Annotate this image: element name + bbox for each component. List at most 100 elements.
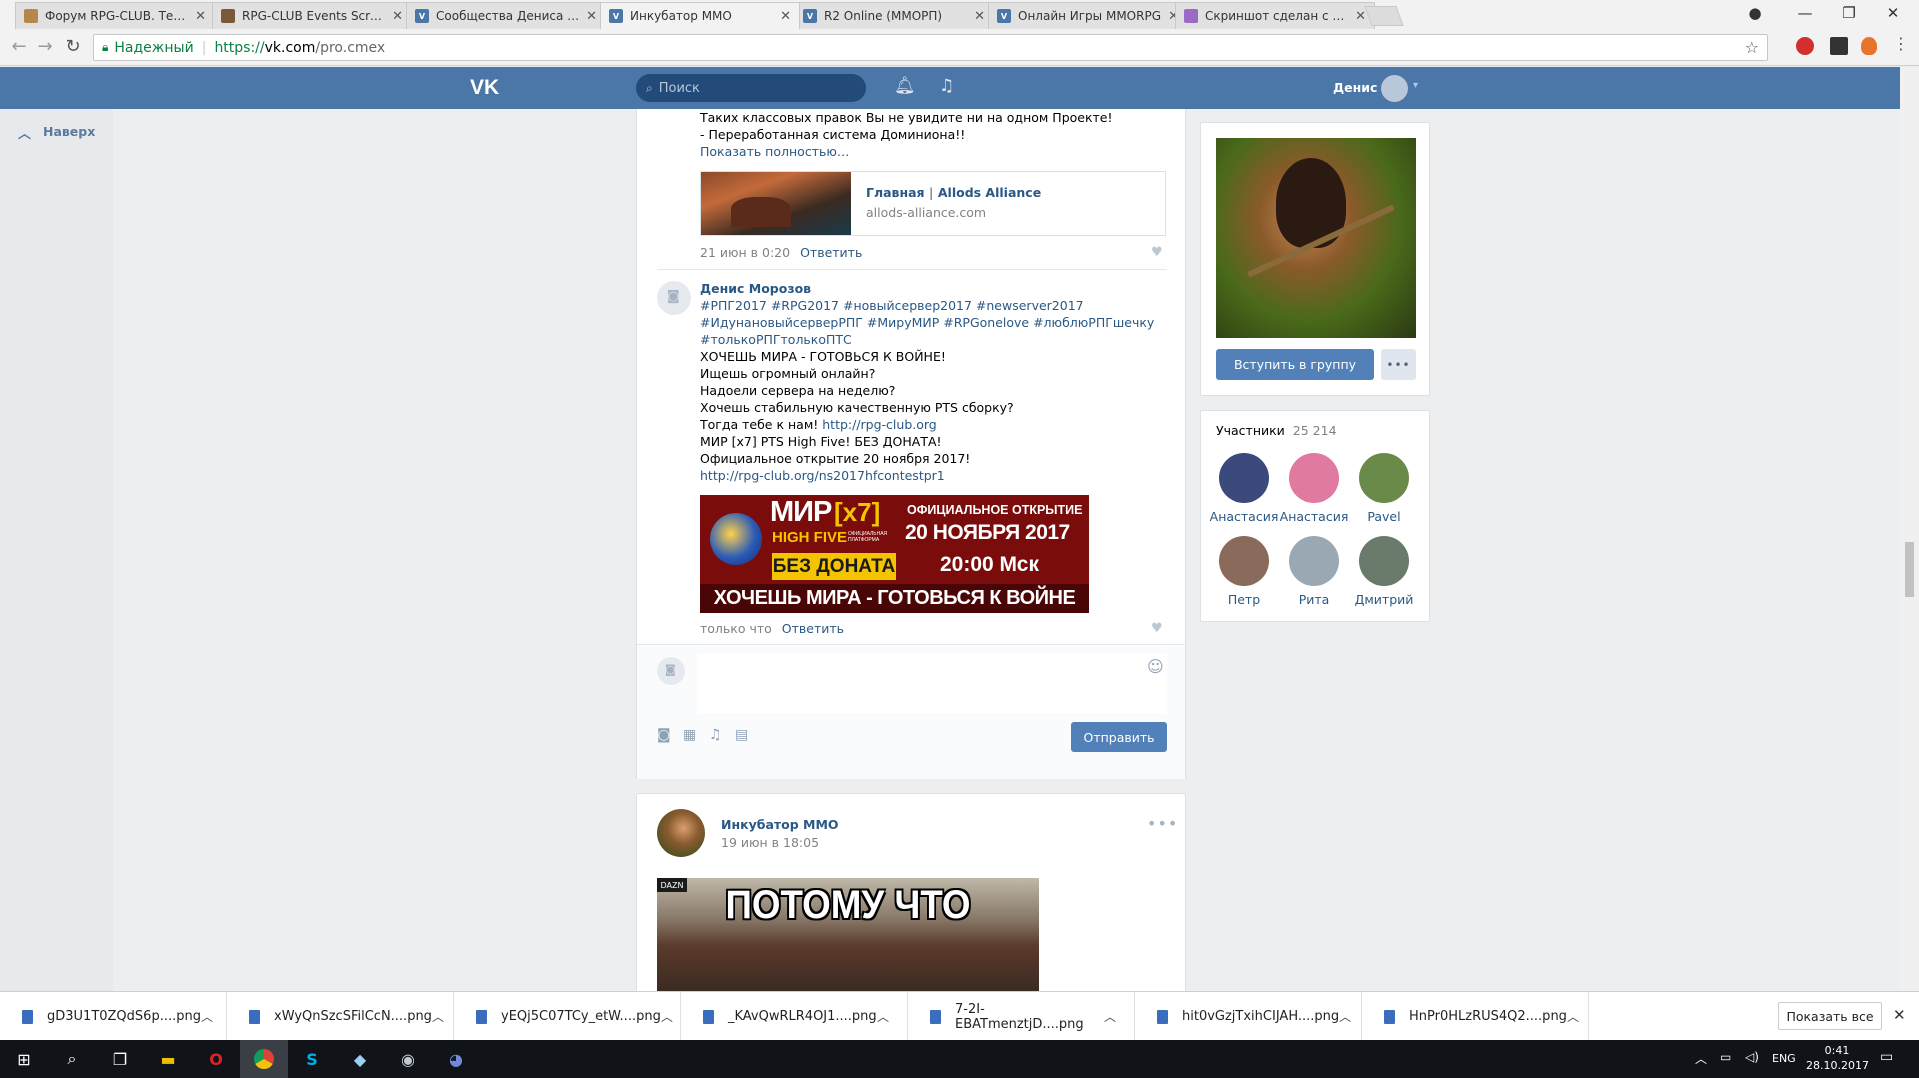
- post-author[interactable]: Инкубатор ММО: [721, 817, 839, 832]
- tab-online-games[interactable]: V Онлайн Игры MMORPG ✕: [988, 2, 1188, 29]
- notifications-icon[interactable]: ▭: [1880, 1049, 1893, 1065]
- close-icon[interactable]: ✕: [1893, 1006, 1906, 1024]
- chevron-down-icon[interactable]: ▾: [1413, 80, 1418, 91]
- app-icon[interactable]: ◆: [336, 1040, 384, 1078]
- tab-screenshot[interactable]: Скриншот сделан с пом ✕: [1175, 2, 1375, 29]
- opera-icon[interactable]: O: [192, 1040, 240, 1078]
- reload-icon[interactable]: ↻: [62, 36, 84, 57]
- close-window-button[interactable]: ✕: [1873, 4, 1913, 22]
- members-header[interactable]: Участники 25 214: [1216, 423, 1337, 438]
- comment-time[interactable]: только что: [700, 621, 772, 636]
- audio-attach-icon[interactable]: ♫: [709, 727, 722, 743]
- forward-icon[interactable]: →: [34, 36, 56, 57]
- download-item[interactable]: gD3U1T0ZQdS6p....png ︿: [0, 992, 227, 1041]
- steam-icon[interactable]: ◉: [384, 1040, 432, 1078]
- rpg-club-link[interactable]: http://rpg-club.org: [822, 417, 937, 432]
- bookmark-star-icon[interactable]: ☆: [1745, 38, 1759, 57]
- post-image[interactable]: DAZN ПОТОМУ ЧТО: [657, 878, 1039, 992]
- back-to-top-column[interactable]: ︿ Наверх: [0, 109, 113, 991]
- extension-mail-icon[interactable]: [1830, 37, 1848, 55]
- send-button[interactable]: Отправить: [1071, 722, 1167, 752]
- user-name[interactable]: Денис: [1333, 80, 1377, 95]
- chevron-up-icon[interactable]: ︿: [201, 1008, 213, 1025]
- vk-logo[interactable]: VK: [470, 76, 499, 100]
- close-icon[interactable]: ✕: [392, 9, 403, 24]
- search-icon[interactable]: ⌕: [48, 1040, 96, 1078]
- close-icon[interactable]: ✕: [195, 9, 206, 24]
- user-avatar[interactable]: [1381, 75, 1408, 102]
- menu-dots-icon[interactable]: ⋮: [1893, 34, 1909, 53]
- close-icon[interactable]: ✕: [780, 9, 791, 24]
- hashtag-line[interactable]: #толькоРПГтолькоПТС: [700, 331, 1154, 348]
- chrome-icon[interactable]: [240, 1040, 288, 1078]
- chevron-up-icon[interactable]: ︿: [877, 1008, 889, 1025]
- tab-communities[interactable]: V Сообщества Дениса Мо ✕: [406, 2, 606, 29]
- member-item[interactable]: Петр: [1208, 536, 1280, 607]
- task-view-icon[interactable]: ❐: [96, 1040, 144, 1078]
- close-icon[interactable]: ✕: [1355, 9, 1366, 24]
- group-cover-image[interactable]: [1216, 138, 1416, 338]
- windows-start-icon[interactable]: ⊞: [0, 1040, 48, 1078]
- chevron-up-icon[interactable]: ︿: [1339, 1008, 1351, 1025]
- language-indicator[interactable]: ENG: [1772, 1052, 1796, 1065]
- search-input[interactable]: ⌕ Поиск: [636, 74, 866, 102]
- link-preview[interactable]: Главная | Allods Alliance allods-allianc…: [700, 171, 1166, 236]
- member-item[interactable]: Анастасия: [1278, 453, 1350, 524]
- chevron-up-icon[interactable]: ︿: [661, 1008, 673, 1025]
- more-actions-icon[interactable]: •••: [1147, 814, 1178, 833]
- heart-icon[interactable]: ♥: [1151, 621, 1163, 636]
- back-icon[interactable]: ←: [8, 36, 30, 57]
- comment-avatar[interactable]: ◙: [657, 281, 691, 315]
- video-attach-icon[interactable]: ▦: [683, 727, 696, 743]
- event-banner-image[interactable]: МИР [x7] HIGH FIVE ОФИЦИАЛЬНАЯ ПЛАТФОРМА…: [700, 495, 1089, 613]
- page-scrollbar[interactable]: [1900, 67, 1919, 991]
- extension-opera-icon[interactable]: [1796, 37, 1814, 55]
- hashtag-line[interactable]: #ИдунановыйсерверРПГ #МируМИР #RPGonelov…: [700, 314, 1154, 331]
- minimize-button[interactable]: —: [1785, 4, 1825, 22]
- download-item[interactable]: _KAvQwRLR4OJ1....png ︿: [681, 992, 908, 1041]
- download-item[interactable]: xWyQnSzcSFilCcN....png ︿: [227, 992, 454, 1041]
- extension-fire-icon[interactable]: [1861, 37, 1877, 55]
- download-item[interactable]: yEQj5C07TCy_etW....png ︿: [454, 992, 681, 1041]
- more-options-button[interactable]: •••: [1381, 349, 1416, 380]
- comment-author[interactable]: Денис Морозов: [700, 281, 811, 296]
- file-explorer-icon[interactable]: ▬: [144, 1040, 192, 1078]
- maximize-button[interactable]: ❐: [1829, 4, 1869, 22]
- comment-time[interactable]: 21 июн в 0:20: [700, 245, 790, 260]
- skype-icon[interactable]: S: [288, 1040, 336, 1078]
- tab-r2-online[interactable]: V R2 Online (ММОРП) ✕: [794, 2, 994, 29]
- close-icon[interactable]: ✕: [974, 9, 985, 24]
- discord-icon[interactable]: ◕: [432, 1040, 480, 1078]
- member-item[interactable]: Pavel: [1348, 453, 1420, 524]
- hashtag-line[interactable]: #РПГ2017 #RPG2017 #новыйсервер2017 #news…: [700, 297, 1154, 314]
- group-avatar[interactable]: [657, 809, 705, 857]
- chevron-up-icon[interactable]: ︿: [1104, 1008, 1116, 1025]
- close-icon[interactable]: ✕: [586, 9, 597, 24]
- chevron-up-icon[interactable]: ︿: [1567, 1008, 1579, 1025]
- member-item[interactable]: Рита: [1278, 536, 1350, 607]
- bell-icon[interactable]: 🔔︎: [894, 76, 916, 96]
- comment-textarea[interactable]: [697, 653, 1167, 713]
- photo-attach-icon[interactable]: ◙: [657, 727, 671, 743]
- new-tab-button[interactable]: [1364, 6, 1404, 26]
- member-item[interactable]: Дмитрий: [1348, 536, 1420, 607]
- profile-icon[interactable]: ●: [1735, 4, 1775, 22]
- tab-forum[interactable]: Форум RPG-CLUB. Тема ✕: [15, 2, 215, 29]
- chevron-up-icon[interactable]: ︿: [432, 1008, 444, 1025]
- tray-chevron-icon[interactable]: ︿: [1695, 1050, 1707, 1067]
- address-bar[interactable]: 🔒︎ Надежный | https:// vk.com /pro.cmex …: [93, 34, 1768, 61]
- scrollbar-thumb[interactable]: [1905, 542, 1914, 597]
- reply-link[interactable]: Ответить: [782, 621, 844, 636]
- music-icon[interactable]: ♫: [939, 76, 954, 96]
- download-item[interactable]: hit0vGzjTxihCIJAH....png ︿: [1135, 992, 1362, 1041]
- heart-icon[interactable]: ♥: [1151, 245, 1163, 260]
- document-attach-icon[interactable]: ▤: [735, 727, 748, 743]
- reply-link[interactable]: Ответить: [800, 245, 862, 260]
- tab-events[interactable]: RPG-CLUB Events Screen ✕: [212, 2, 412, 29]
- show-more-link[interactable]: Показать полностью…: [700, 143, 1113, 160]
- emoji-icon[interactable]: ☺: [1147, 657, 1164, 676]
- network-icon[interactable]: ▭: [1720, 1050, 1731, 1064]
- clock[interactable]: 0:41 28.10.2017: [1806, 1043, 1869, 1073]
- show-all-downloads-button[interactable]: Показать все: [1778, 1002, 1882, 1030]
- post-time[interactable]: 19 июн в 18:05: [721, 835, 819, 850]
